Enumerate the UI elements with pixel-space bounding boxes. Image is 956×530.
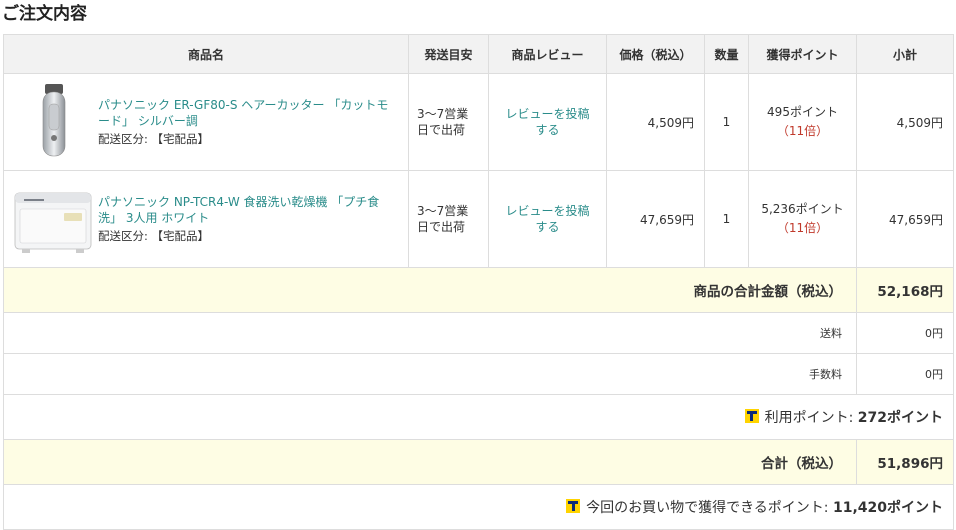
handling-fee-value: 0円 (856, 353, 954, 395)
used-points-cell: 利用ポイント: 272ポイント (3, 394, 954, 440)
header-price: 価格（税込） (606, 34, 705, 74)
qty-cell: 1 (704, 73, 749, 171)
earned-points-label: 今回のお買い物で獲得できるポイント: (586, 500, 833, 516)
shipping-text-line1: 3～7営業 (417, 204, 469, 218)
post-review-link[interactable]: レビューを投稿 する (505, 107, 589, 137)
shipping-fee-row: 送料 0円 (3, 312, 954, 354)
price-cell: 4,509円 (606, 73, 705, 171)
header-points: 獲得ポイント (748, 34, 857, 74)
points-value: 495ポイント (767, 105, 838, 119)
points-cell: 5,236ポイント （11倍） (748, 170, 857, 268)
review-cell: レビューを投稿 する (488, 170, 607, 268)
t-point-icon (566, 499, 581, 513)
hair-clipper-image[interactable] (12, 82, 94, 162)
grand-total-label: 合計（税込） (3, 439, 857, 485)
shipping-cell: 3～7営業 日で出荷 (408, 170, 489, 268)
shipping-text-line2: 日で出荷 (417, 123, 466, 137)
earned-points-cell: 今回のお買い物で獲得できるポイント: 11,420ポイント (3, 484, 954, 530)
header-subtotal: 小計 (856, 34, 954, 74)
header-qty: 数量 (704, 34, 749, 74)
grand-total-row: 合計（税込） 51,896円 (3, 439, 954, 485)
table-row: パナソニック ER-GF80-S ヘアーカッター 「カットモード」 シルバー調 … (3, 73, 954, 171)
shipping-text-line2: 日で出荷 (417, 220, 466, 234)
earned-points-value: 11,420ポイント (832, 500, 943, 516)
delivery-type: 配送区分: 【宅配品】 (98, 132, 210, 146)
goods-total-label: 商品の合計金額（税込） (3, 267, 857, 313)
header-product: 商品名 (3, 34, 409, 74)
subtotal-cell: 47,659円 (856, 170, 954, 268)
earned-points-row: 今回のお買い物で獲得できるポイント: 11,420ポイント (3, 484, 954, 530)
used-points-value: 272ポイント (857, 410, 943, 426)
subtotal-cell: 4,509円 (856, 73, 954, 171)
shipping-fee-value: 0円 (856, 312, 954, 354)
header-shipping: 発送目安 (408, 34, 489, 74)
header-review: 商品レビュー (488, 34, 607, 74)
used-points-row: 利用ポイント: 272ポイント (3, 394, 954, 440)
t-point-icon (744, 409, 759, 423)
handling-fee-label: 手数料 (3, 353, 857, 395)
review-cell: レビューを投稿 する (488, 73, 607, 171)
post-review-link[interactable]: レビューを投稿 する (505, 204, 589, 234)
points-multiplier: （11倍） (776, 124, 829, 138)
points-cell: 495ポイント （11倍） (748, 73, 857, 171)
product-cell: パナソニック ER-GF80-S ヘアーカッター 「カットモード」 シルバー調 … (3, 73, 409, 171)
section-title: ご注文内容 (2, 4, 87, 24)
points-value: 5,236ポイント (761, 202, 844, 216)
delivery-type: 配送区分: 【宅配品】 (98, 229, 210, 243)
goods-total-value: 52,168円 (856, 267, 954, 313)
product-cell: パナソニック NP-TCR4-W 食器洗い乾燥機 「プチ食洗」 3人用 ホワイト… (3, 170, 409, 268)
order-table: 商品名 発送目安 商品レビュー 価格（税込） 数量 獲得ポイント 小計 パナソニ… (3, 34, 954, 530)
grand-total-value: 51,896円 (856, 439, 954, 485)
goods-total-row: 商品の合計金額（税込） 52,168円 (3, 267, 954, 313)
table-row: パナソニック NP-TCR4-W 食器洗い乾燥機 「プチ食洗」 3人用 ホワイト… (3, 170, 954, 268)
points-multiplier: （11倍） (776, 221, 829, 235)
dishwasher-image[interactable] (12, 179, 94, 259)
header-row: 商品名 発送目安 商品レビュー 価格（税込） 数量 獲得ポイント 小計 (3, 34, 954, 74)
used-points-label: 利用ポイント: (764, 410, 858, 426)
shipping-text-line1: 3～7営業 (417, 107, 469, 121)
handling-fee-row: 手数料 0円 (3, 353, 954, 395)
qty-cell: 1 (704, 170, 749, 268)
shipping-cell: 3～7営業 日で出荷 (408, 73, 489, 171)
shipping-fee-label: 送料 (3, 312, 857, 354)
product-name-link[interactable]: パナソニック ER-GF80-S ヘアーカッター 「カットモード」 シルバー調 (98, 97, 400, 129)
price-cell: 47,659円 (606, 170, 705, 268)
product-name-link[interactable]: パナソニック NP-TCR4-W 食器洗い乾燥機 「プチ食洗」 3人用 ホワイト (98, 194, 400, 226)
